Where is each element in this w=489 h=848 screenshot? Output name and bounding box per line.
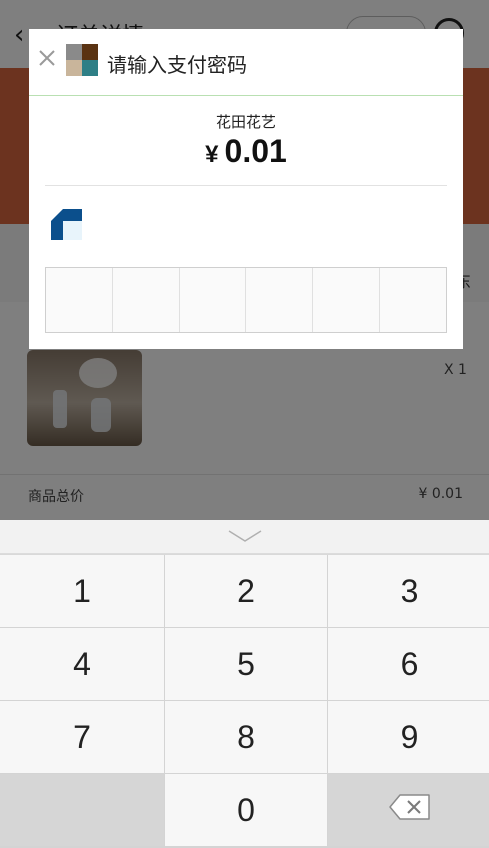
key-blank xyxy=(0,774,164,846)
numeric-keypad: 1 2 3 4 5 6 7 8 9 0 xyxy=(0,520,489,848)
password-digit-cell[interactable] xyxy=(46,268,113,332)
key-2[interactable]: 2 xyxy=(165,555,327,627)
backspace-icon xyxy=(388,792,432,829)
key-5[interactable]: 5 xyxy=(165,628,327,700)
merchant-logo-icon xyxy=(66,44,98,76)
delete-key[interactable] xyxy=(328,774,489,846)
key-6[interactable]: 6 xyxy=(328,628,489,700)
key-8[interactable]: 8 xyxy=(165,701,327,773)
chevron-down-icon[interactable] xyxy=(227,527,263,545)
keypad-grid: 1 2 3 4 5 6 7 8 9 0 xyxy=(0,555,489,848)
payment-amount: ¥0.01 xyxy=(29,133,463,170)
key-9[interactable]: 9 xyxy=(328,701,489,773)
password-digit-cell[interactable] xyxy=(313,268,381,332)
key-3[interactable]: 3 xyxy=(328,555,489,627)
password-digit-cell[interactable] xyxy=(180,268,247,332)
amount-value: 0.01 xyxy=(224,133,287,169)
currency-symbol: ¥ xyxy=(205,141,219,168)
title-divider xyxy=(29,95,463,96)
amount-divider xyxy=(45,185,447,186)
payment-password-dialog: 请输入支付密码 花田花艺 ¥0.01 xyxy=(29,29,463,349)
key-4[interactable]: 4 xyxy=(0,628,164,700)
keyboard-toolbar xyxy=(0,520,489,554)
key-1[interactable]: 1 xyxy=(0,555,164,627)
merchant-name: 花田花艺 xyxy=(215,113,276,131)
password-digit-cell[interactable] xyxy=(380,268,446,332)
close-icon[interactable] xyxy=(36,47,58,69)
password-digit-cell[interactable] xyxy=(246,268,314,332)
bank-logo-icon xyxy=(49,207,83,241)
key-0[interactable]: 0 xyxy=(165,774,327,846)
key-7[interactable]: 7 xyxy=(0,701,164,773)
dialog-title: 请输入支付密码 xyxy=(107,53,247,77)
password-input[interactable] xyxy=(45,267,447,333)
password-digit-cell[interactable] xyxy=(113,268,180,332)
